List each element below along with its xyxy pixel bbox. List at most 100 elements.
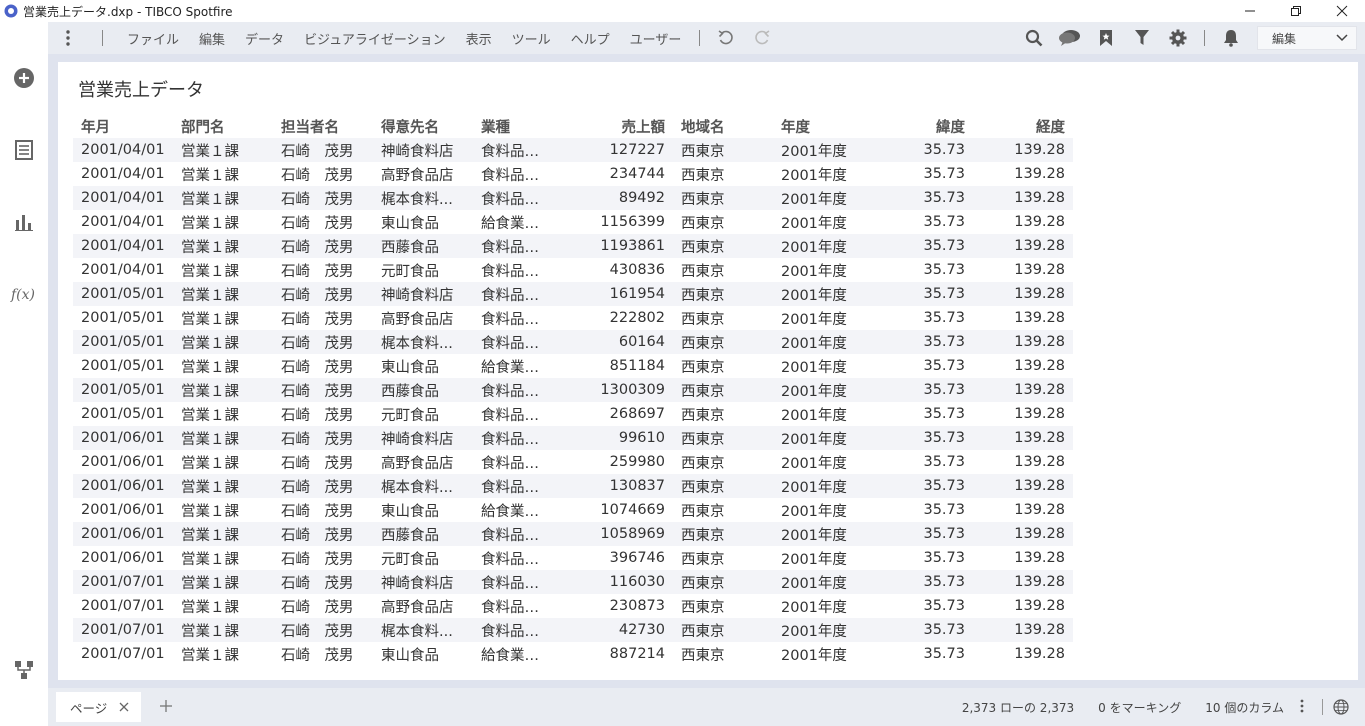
- table-cell: 2001/04/01: [81, 214, 165, 230]
- table-row[interactable]: 2001/04/01 営業１課 石崎 茂男 梶本食料... 食料品店... 89492 西東…: [73, 186, 1073, 210]
- menu-separator: [1204, 30, 1205, 46]
- table-row[interactable]: 2001/06/01 営業１課 石崎 茂男 神崎食料店 食料品店... 99610 西東京 2…: [73, 426, 1073, 450]
- table-cell: 139.28: [1014, 646, 1065, 662]
- table-cell: 営業１課: [181, 503, 239, 520]
- menu-file[interactable]: ファイル: [117, 29, 189, 48]
- table-cell: 石崎 茂男: [281, 455, 354, 472]
- table-cell: 高野食品店: [381, 455, 454, 472]
- table-row[interactable]: 2001/07/01 営業１課 石崎 茂男 神崎食料店 食料品店... 116030 西東京…: [73, 570, 1073, 594]
- table-cell: 石崎 茂男: [281, 359, 354, 376]
- table-row[interactable]: 2001/07/01 営業１課 石崎 茂男 梶本食料... 食料品店... 42730 西東…: [73, 618, 1073, 642]
- redo-icon[interactable]: [744, 22, 780, 54]
- chevron-down-icon: [1336, 31, 1348, 45]
- row-count: 2,373 ローの 2,373: [961, 700, 1075, 715]
- bell-icon[interactable]: [1213, 22, 1249, 54]
- table-cell: 西東京: [681, 455, 725, 472]
- table-cell: 食料品店...: [481, 167, 553, 184]
- comments-icon[interactable]: [1052, 22, 1088, 54]
- search-icon[interactable]: [1016, 22, 1052, 54]
- restore-icon[interactable]: [1273, 0, 1319, 22]
- column-header[interactable]: 部門名: [173, 114, 273, 138]
- table-cell: 営業１課: [181, 647, 239, 664]
- table-cell: 139.28: [973, 426, 1073, 450]
- menu-visualization[interactable]: ビジュアライゼーション: [294, 29, 456, 48]
- table-row[interactable]: 2001/06/01 営業１課 石崎 茂男 梶本食料... 食料品店... 130837 西…: [73, 474, 1073, 498]
- chart-icon[interactable]: [0, 206, 48, 238]
- title-bar: 営業売上データ.dxp - TIBCO Spotfire: [0, 0, 1365, 22]
- table-cell: 石崎 茂男: [281, 647, 354, 664]
- table-cell: 139.28: [1014, 550, 1065, 566]
- table-row[interactable]: 2001/06/01 営業１課 石崎 茂男 西藤食品 食料品店... 1058969 西東京…: [73, 522, 1073, 546]
- table-cell: 2001/06/01: [81, 550, 165, 566]
- table-row[interactable]: 2001/04/01 営業１課 石崎 茂男 東山食品 給食業 ... 1156399 西東京…: [73, 210, 1073, 234]
- table-cell: 2001/06/01: [73, 426, 173, 450]
- table-header-row: 年月 部門名 担当者名 得意先名 業種 売上額 地域名 年度 緯度 経度: [73, 114, 1073, 138]
- table-row[interactable]: 2001/05/01 営業１課 石崎 茂男 西藤食品 食料品店... 1300309 西東京…: [73, 378, 1073, 402]
- table-row[interactable]: 2001/06/01 営業１課 石崎 茂男 東山食品 給食業 ... 1074669 西東京…: [73, 498, 1073, 522]
- table-cell: 35.73: [923, 262, 965, 278]
- table-cell: 2001年度: [773, 426, 873, 450]
- menu-edit[interactable]: 編集: [189, 29, 235, 48]
- table-cell: 高野食品店: [381, 167, 454, 184]
- table-cell: 35.73: [873, 474, 973, 498]
- table-row[interactable]: 2001/05/01 営業１課 石崎 茂男 元町食品 食料品卸... 268697 西東京 2…: [73, 402, 1073, 426]
- column-header[interactable]: 業種: [473, 114, 553, 138]
- column-header[interactable]: 得意先名: [373, 114, 473, 138]
- table-cell: 35.73: [923, 406, 965, 422]
- table-row[interactable]: 2001/04/01 営業１課 石崎 茂男 高野食品店 食料品店... 234744 西東京…: [73, 162, 1073, 186]
- more-vertical-icon[interactable]: [48, 22, 88, 54]
- gear-icon[interactable]: [1160, 22, 1196, 54]
- add-page-icon[interactable]: [159, 697, 173, 718]
- column-header[interactable]: 緯度: [873, 114, 973, 138]
- table-row[interactable]: 2001/06/01 営業１課 石崎 茂男 元町食品 食料品卸... 396746 西東京 2…: [73, 546, 1073, 570]
- menu-user[interactable]: ユーザー: [620, 29, 692, 48]
- table-cell: 2001年度: [781, 599, 847, 616]
- table-cell: 2001/07/01: [81, 598, 165, 614]
- more-vertical-icon[interactable]: [1300, 699, 1304, 716]
- table-row[interactable]: 2001/05/01 営業１課 石崎 茂男 高野食品店 食料品店... 222802 西東京…: [73, 306, 1073, 330]
- table-row[interactable]: 2001/07/01 営業１課 石崎 茂男 東山食品 給食業 ... 887214 西東京 2…: [73, 642, 1073, 666]
- column-header[interactable]: 年度: [773, 114, 873, 138]
- table-cell: 2001年度: [773, 138, 873, 162]
- table-cell: 高野食品店: [381, 311, 454, 328]
- table-row[interactable]: 2001/05/01 営業１課 石崎 茂男 梶本食料... 食料品店... 60164 西東…: [73, 330, 1073, 354]
- column-header[interactable]: 売上額: [553, 114, 673, 138]
- column-count: 10 個のカラム: [1205, 700, 1284, 715]
- table-row[interactable]: 2001/04/01 営業１課 石崎 茂男 神崎食料店 食料品店... 127227 西東京…: [73, 138, 1073, 162]
- close-icon[interactable]: [119, 700, 129, 715]
- undo-icon[interactable]: [708, 22, 744, 54]
- table-row[interactable]: 2001/04/01 営業１課 石崎 茂男 西藤食品 食料品店... 1193861 西東京…: [73, 234, 1073, 258]
- table-cell: 石崎 茂男: [281, 263, 354, 280]
- table-cell: 139.28: [1014, 502, 1065, 518]
- table-cell: 食料品卸...: [481, 551, 553, 568]
- globe-icon[interactable]: [1322, 699, 1349, 715]
- menu-help[interactable]: ヘルプ: [561, 29, 620, 48]
- hierarchy-icon[interactable]: [0, 654, 48, 686]
- filter-icon[interactable]: [1124, 22, 1160, 54]
- column-header[interactable]: 担当者名: [273, 114, 373, 138]
- minimize-icon[interactable]: [1227, 0, 1273, 22]
- table-row[interactable]: 2001/05/01 営業１課 石崎 茂男 神崎食料店 食料品店... 161954 西東京…: [73, 282, 1073, 306]
- menu-tools[interactable]: ツール: [502, 29, 561, 48]
- data-table-icon[interactable]: [0, 134, 48, 166]
- close-icon[interactable]: [1319, 0, 1365, 22]
- table-cell: 2001/04/01: [73, 138, 173, 162]
- menu-view[interactable]: 表示: [456, 29, 502, 48]
- bookmark-icon[interactable]: [1088, 22, 1124, 54]
- table-row[interactable]: 2001/04/01 営業１課 石崎 茂男 元町食品 食料品卸... 430836 西東京 2…: [73, 258, 1073, 282]
- column-header[interactable]: 年月: [73, 114, 173, 138]
- table-row[interactable]: 2001/05/01 営業１課 石崎 茂男 東山食品 給食業 ... 851184 西東京 2…: [73, 354, 1073, 378]
- table-cell: 268697: [609, 406, 665, 422]
- add-icon[interactable]: [0, 62, 48, 94]
- table-cell: 食料品店...: [473, 234, 553, 258]
- table-row[interactable]: 2001/07/01 営業１課 石崎 茂男 高野食品店 食料品店... 230873 西東京…: [73, 594, 1073, 618]
- table-visualization[interactable]: 営業売上データ 年月 部門名 担当者名 得意先名 業種 売上額 地域名 年度 緯度 経度 2001…: [58, 62, 1358, 680]
- table-row[interactable]: 2001/06/01 営業１課 石崎 茂男 高野食品店 食料品店... 259980 西東京…: [73, 450, 1073, 474]
- column-header[interactable]: 経度: [973, 114, 1073, 138]
- mode-select[interactable]: 編集: [1257, 26, 1357, 50]
- menu-data[interactable]: データ: [235, 29, 294, 48]
- page-tab[interactable]: ページ: [56, 692, 142, 722]
- table-cell: 35.73: [923, 598, 965, 614]
- column-header[interactable]: 地域名: [673, 114, 773, 138]
- function-icon[interactable]: f(x): [0, 278, 48, 310]
